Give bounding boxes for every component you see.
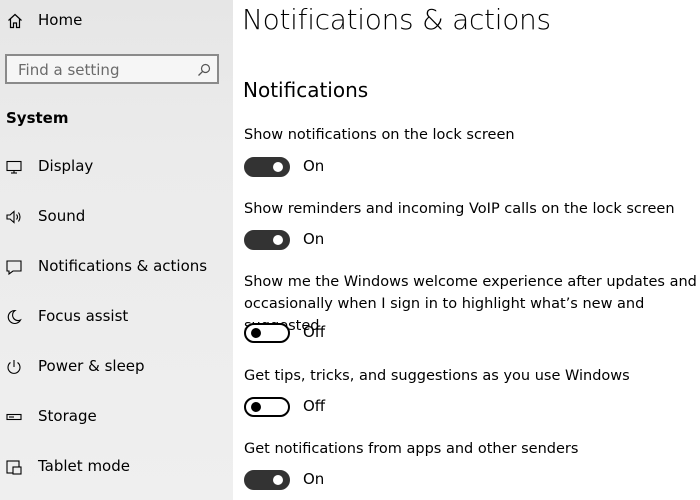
notification-icon	[6, 260, 22, 275]
toggle-tips-suggestions[interactable]	[244, 397, 290, 417]
toggle-state-label: Off	[303, 397, 326, 415]
sidebar-item-label: Sound	[38, 207, 86, 225]
toggle-lock-screen-notifications[interactable]	[244, 157, 290, 177]
display-icon	[6, 160, 22, 174]
moon-icon	[7, 309, 22, 324]
section-title-notifications: Notifications	[243, 78, 369, 102]
toggle-knob	[251, 402, 261, 412]
toggle-welcome-experience[interactable]	[244, 323, 290, 343]
page-title: Notifications & actions	[242, 3, 551, 36]
sidebar-item-display[interactable]: Display	[0, 145, 233, 189]
sidebar-item-label: Power & sleep	[38, 357, 145, 375]
sidebar-item-label: Tablet mode	[38, 457, 130, 475]
sidebar-item-notifications[interactable]: Notifications & actions	[0, 245, 233, 289]
setting-label-app-notifications: Get notifications from apps and other se…	[244, 441, 579, 457]
toggle-state-label: On	[303, 470, 325, 488]
toggle-voip-reminders[interactable]	[244, 230, 290, 250]
toggle-state-label: On	[303, 157, 325, 175]
home-label: Home	[38, 11, 83, 29]
sidebar-item-label: Focus assist	[38, 307, 129, 325]
sidebar-item-power-sleep[interactable]: Power & sleep	[0, 345, 233, 389]
sidebar-item-focus-assist[interactable]: Focus assist	[0, 295, 233, 339]
sidebar-item-tablet-mode[interactable]: Tablet mode	[0, 445, 233, 489]
toggle-knob	[251, 328, 261, 338]
sidebar-item-storage[interactable]: Storage	[0, 395, 233, 439]
toggle-state-label: On	[303, 230, 325, 248]
toggle-knob	[273, 162, 283, 172]
sidebar-item-label: Notifications & actions	[38, 257, 208, 275]
search-input[interactable]: Find a setting	[18, 61, 119, 79]
setting-label-lock-screen: Show notifications on the lock screen	[244, 127, 515, 143]
sidebar-item-sound[interactable]: Sound	[0, 195, 233, 239]
sidebar-item-label: Display	[38, 157, 94, 175]
toggle-knob	[273, 475, 283, 485]
search-box[interactable]: Find a setting	[5, 54, 219, 84]
home-nav-item[interactable]: Home	[0, 0, 233, 42]
tablet-icon	[6, 460, 22, 475]
power-icon	[7, 360, 21, 374]
toggle-app-notifications[interactable]	[244, 470, 290, 490]
storage-icon	[6, 413, 22, 421]
toggle-knob	[273, 235, 283, 245]
speaker-icon	[6, 210, 21, 224]
setting-label-tips: Get tips, tricks, and suggestions as you…	[244, 368, 630, 384]
toggle-state-label: Off	[303, 323, 326, 341]
home-icon	[8, 13, 22, 29]
setting-label-voip-reminders: Show reminders and incoming VoIP calls o…	[244, 201, 675, 217]
sidebar: Home Find a setting System Display Sound…	[0, 0, 233, 500]
sidebar-item-label: Storage	[38, 407, 97, 425]
section-title-system: System	[6, 109, 69, 127]
search-icon[interactable]	[197, 63, 211, 77]
